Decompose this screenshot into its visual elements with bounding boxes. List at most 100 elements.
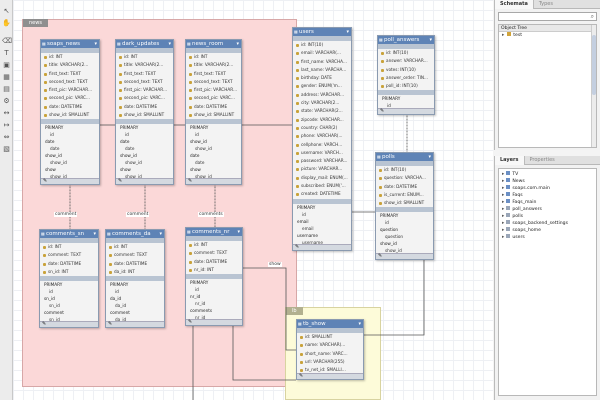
column-row[interactable]: phone: VARCHAR(... — [293, 132, 351, 140]
chevron-down-icon[interactable]: ▾ — [236, 40, 239, 48]
column-row[interactable]: answer: VARCHAR... — [378, 57, 434, 65]
column-row[interactable]: title: VARCHAR(2... — [116, 61, 173, 69]
column-row[interactable]: comment: TEXT — [40, 251, 98, 259]
chevron-down-icon[interactable]: ▾ — [93, 230, 96, 238]
expand-arrow-icon[interactable]: ▸ — [502, 221, 504, 226]
chevron-down-icon[interactable]: ▾ — [159, 230, 162, 238]
index-name[interactable]: question — [376, 226, 433, 233]
layer-item[interactable]: ▸ soaps.com.main — [499, 185, 596, 192]
column-row[interactable]: id: SMALLINT — [297, 333, 363, 341]
expand-arrow-icon[interactable]: ▸ — [502, 186, 504, 191]
edit-icon[interactable]: ✎ — [380, 108, 384, 114]
table-header[interactable]: ▦ poll_answers ▾ — [378, 36, 434, 44]
expand-arrow-icon[interactable]: ▸ — [502, 228, 504, 233]
table-header[interactable]: ▦ tb_show ▾ — [297, 320, 363, 328]
expand-arrow-icon[interactable]: ▸ — [502, 214, 504, 219]
expand-arrow-icon[interactable]: ▸ — [502, 193, 504, 198]
expand-arrow-icon[interactable]: ▸ — [502, 179, 504, 184]
table-header[interactable]: ▦ comments_sn ▾ — [40, 230, 98, 238]
layer-item[interactable]: ▸ polls — [499, 213, 596, 220]
view-icon[interactable]: ▤ — [2, 85, 11, 93]
column-row[interactable]: cellphone: VARCH... — [293, 141, 351, 149]
column-row[interactable]: gender: ENUM('m... — [293, 82, 351, 90]
column-row[interactable]: second_text: TEXT — [41, 78, 99, 86]
column-row[interactable]: title: VARCHAR(2... — [186, 61, 241, 69]
table-header[interactable]: ▦ news_room ▾ — [186, 40, 241, 48]
column-row[interactable]: subscribed: ENUM('... — [293, 182, 351, 190]
index-name[interactable]: username — [293, 232, 351, 239]
table-header[interactable]: ▦ comments_nr ▾ — [186, 228, 242, 236]
column-row[interactable]: id: INT — [106, 243, 164, 251]
column-row[interactable]: sn_id: INT — [40, 268, 98, 276]
relation-1-1-icon[interactable]: ↔ — [2, 109, 11, 117]
layer-icon[interactable]: ▧ — [2, 145, 11, 153]
expand-arrow-icon[interactable]: ▸ — [502, 235, 504, 240]
index-name[interactable]: date — [186, 152, 241, 159]
layer-item[interactable]: ▸ poll_answers — [499, 206, 596, 213]
index-name[interactable]: nr_id — [186, 293, 242, 300]
tab-layers[interactable]: Layers — [495, 156, 525, 165]
table-icon[interactable]: ▦ — [2, 73, 11, 81]
table-9[interactable]: ▦ tb_show ▾ id: SMALLINT name: VARCHAR(... sh… — [296, 319, 364, 380]
table-header[interactable]: ▦ dark_updates ▾ — [116, 40, 173, 48]
layer-item[interactable]: ▸ Faqs_main — [499, 199, 596, 206]
edit-icon[interactable]: ✎ — [43, 178, 47, 184]
column-row[interactable]: nr_id: INT — [186, 266, 242, 274]
column-row[interactable]: last_name: VARCHA... — [293, 66, 351, 74]
expand-arrow-icon[interactable]: ▸ — [502, 207, 504, 212]
chevron-down-icon[interactable]: ▾ — [429, 36, 432, 44]
column-row[interactable]: date: DATETIME — [41, 103, 99, 111]
column-row[interactable]: show_id: SMALLINT — [376, 199, 433, 207]
table-6[interactable]: ▦ comments_sn ▾ id: INT comment: TEXT date: D… — [39, 229, 99, 329]
column-row[interactable]: title: VARCHAR(2... — [41, 61, 99, 69]
edit-icon[interactable]: ✎ — [295, 244, 299, 250]
column-row[interactable]: date: DATETIME — [116, 103, 173, 111]
index-name[interactable]: show_id — [186, 138, 241, 145]
table-header[interactable]: ▦ soaps_news ▾ — [41, 40, 99, 48]
edit-icon[interactable]: ✎ — [299, 373, 303, 379]
column-row[interactable]: id: INT — [186, 53, 241, 61]
index-name[interactable]: PRIMARY — [116, 124, 173, 131]
column-row[interactable]: comment: TEXT — [186, 249, 242, 257]
tab-schemata[interactable]: Schemata — [495, 0, 534, 9]
column-row[interactable]: second_pic: VARC... — [116, 94, 173, 102]
scrollbar-thumb[interactable] — [592, 35, 596, 95]
column-row[interactable]: date: DATETIME — [186, 258, 242, 266]
index-name[interactable]: PRIMARY — [40, 281, 98, 288]
expand-arrow-icon[interactable]: ▸ — [502, 200, 504, 205]
column-row[interactable]: id: INT(10) — [376, 166, 433, 174]
table-2[interactable]: ▦ news_room ▾ id: INT title: VARCHAR(2... fir… — [185, 39, 242, 186]
column-row[interactable]: zipcode: VARCHAR... — [293, 116, 351, 124]
chevron-down-icon[interactable]: ▾ — [346, 28, 349, 36]
index-name[interactable]: comment — [106, 309, 164, 316]
relationship-line[interactable] — [243, 267, 296, 351]
expand-arrow-icon[interactable]: ▸ — [502, 33, 504, 38]
column-row[interactable]: show_id: SMALLINT — [41, 111, 99, 119]
index-name[interactable]: PRIMARY — [41, 124, 99, 131]
table-5[interactable]: ▦ polls ▾ id: INT(10) question: VARCHA... dat… — [375, 152, 434, 260]
column-row[interactable]: short_name: VARC... — [297, 350, 363, 358]
column-row[interactable]: second_text: TEXT — [116, 78, 173, 86]
column-row[interactable]: state: VARCHAR(2... — [293, 107, 351, 115]
column-row[interactable]: second_pic: VARC... — [41, 94, 99, 102]
column-row[interactable]: date: DATETIME — [376, 183, 433, 191]
edit-icon[interactable]: ✎ — [108, 321, 112, 327]
layers-list[interactable]: ▸ TV ▸ News ▸ soaps.com.main ▸ Faqs ▸ Faqs_main ▸ p… — [498, 168, 597, 396]
layer-item[interactable]: ▸ Faqs — [499, 192, 596, 199]
column-row[interactable]: first_name: VARCHA... — [293, 58, 351, 66]
column-row[interactable]: votes: INT(10) — [378, 66, 434, 74]
column-row[interactable]: first_text: TEXT — [41, 70, 99, 78]
relation-n-m-icon[interactable]: ⇔ — [2, 133, 11, 141]
column-row[interactable]: email: VARCHAR(... — [293, 49, 351, 57]
index-name[interactable]: PRIMARY — [378, 95, 434, 102]
index-name[interactable]: PRIMARY — [376, 212, 433, 219]
column-row[interactable]: first_pic: VARCHAR... — [41, 86, 99, 94]
column-row[interactable]: country: CHAR(2) — [293, 124, 351, 132]
index-name[interactable]: PRIMARY — [293, 204, 351, 211]
column-row[interactable]: address: VARCHAR... — [293, 91, 351, 99]
table-header[interactable]: ▦ polls ▾ — [376, 153, 433, 161]
column-row[interactable]: question: VARCHA... — [376, 174, 433, 182]
column-row[interactable]: id: INT(10) — [378, 49, 434, 57]
column-row[interactable]: show_id: SMALLINT — [186, 111, 241, 119]
edit-icon[interactable]: ✎ — [188, 319, 192, 325]
